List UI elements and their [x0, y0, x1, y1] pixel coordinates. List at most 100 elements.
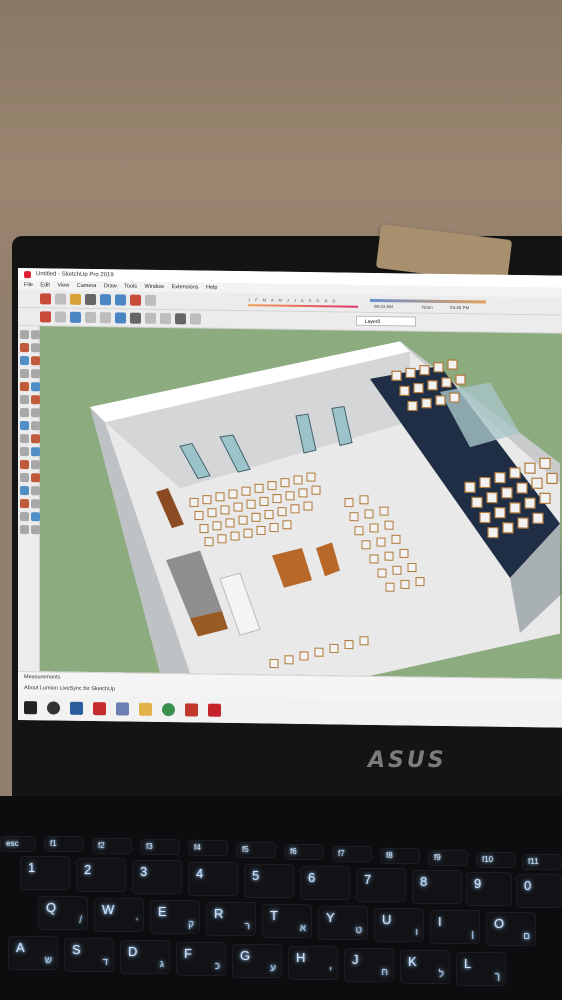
- pie-icon[interactable]: [31, 395, 40, 405]
- key-t[interactable]: Tא: [262, 904, 312, 938]
- search-icon[interactable]: [47, 701, 60, 715]
- key-a[interactable]: Aש: [8, 936, 58, 970]
- key-f[interactable]: Fכ: [176, 942, 226, 976]
- offset-icon[interactable]: [31, 434, 40, 444]
- menu-extensions[interactable]: Extensions: [172, 284, 199, 290]
- menu-window[interactable]: Window: [145, 284, 165, 290]
- rectangle-icon[interactable]: [20, 369, 29, 379]
- app-icon[interactable]: [116, 702, 129, 716]
- key-j[interactable]: Jח: [344, 948, 394, 982]
- pencil-icon[interactable]: [20, 356, 29, 366]
- move-icon[interactable]: [20, 408, 29, 418]
- text-icon[interactable]: [31, 447, 40, 457]
- key-g[interactable]: Gע: [232, 944, 282, 978]
- polygon-icon[interactable]: [31, 382, 40, 392]
- key-y[interactable]: Yט: [318, 906, 368, 940]
- key-s[interactable]: Sד: [64, 938, 114, 972]
- section-plane-icon[interactable]: [40, 311, 51, 323]
- key-f5[interactable]: f5: [236, 842, 276, 858]
- key-f6[interactable]: f6: [284, 844, 324, 860]
- autocad-icon[interactable]: [93, 702, 106, 716]
- redo-icon[interactable]: [115, 294, 126, 306]
- key-4[interactable]: 4: [188, 862, 238, 896]
- protractor-icon[interactable]: [20, 460, 29, 470]
- key-2[interactable]: 2: [76, 858, 126, 892]
- paint-bucket-icon[interactable]: [70, 293, 81, 305]
- key-f10[interactable]: f10: [476, 852, 516, 868]
- circle-icon[interactable]: [20, 382, 29, 392]
- rotate-icon[interactable]: [20, 421, 29, 431]
- layer-dropdown[interactable]: Layer0: [356, 315, 416, 327]
- select-tool-icon[interactable]: [40, 293, 51, 305]
- key-7[interactable]: 7: [356, 868, 406, 902]
- key-i[interactable]: Iן: [430, 910, 480, 944]
- xray-icon[interactable]: [115, 312, 126, 324]
- arc-icon[interactable]: [20, 395, 29, 405]
- shadow-date-slider[interactable]: [248, 304, 358, 308]
- key-q[interactable]: Q /: [38, 896, 88, 930]
- key-f1[interactable]: f1: [44, 836, 84, 852]
- right-view-icon[interactable]: [100, 312, 111, 324]
- rotated-rect-icon[interactable]: [31, 369, 40, 379]
- key-3[interactable]: 3: [132, 860, 182, 894]
- zoom-extents-icon[interactable]: [31, 499, 40, 509]
- tape-measure-icon[interactable]: [20, 447, 29, 457]
- line-tool-icon[interactable]: [85, 293, 96, 306]
- undo-icon[interactable]: [100, 294, 111, 306]
- key-8[interactable]: 8: [412, 870, 462, 904]
- model-viewport[interactable]: [40, 326, 562, 679]
- menu-draw[interactable]: Draw: [104, 283, 117, 289]
- pan-icon[interactable]: [31, 486, 40, 496]
- make-component-icon[interactable]: [31, 330, 40, 340]
- push-pull-icon[interactable]: [31, 408, 40, 418]
- key-r[interactable]: Rר: [206, 902, 256, 936]
- extension-icon[interactable]: [145, 294, 156, 306]
- house-outline-icon[interactable]: [190, 313, 201, 325]
- freehand-icon[interactable]: [31, 356, 40, 366]
- menu-help[interactable]: Help: [206, 285, 217, 291]
- key-f11[interactable]: f11: [522, 854, 562, 870]
- scale-icon[interactable]: [20, 434, 29, 444]
- key-f3[interactable]: f3: [140, 839, 180, 855]
- look-around-icon[interactable]: [31, 512, 40, 522]
- key-1[interactable]: 1: [20, 856, 70, 890]
- key-w[interactable]: W ': [94, 898, 144, 932]
- position-camera-icon[interactable]: [20, 525, 29, 535]
- key-f4[interactable]: f4: [188, 840, 228, 856]
- key-h[interactable]: Hי: [288, 946, 338, 980]
- menu-file[interactable]: File: [24, 282, 33, 288]
- key-k[interactable]: Kל: [400, 950, 450, 984]
- acrobat-icon[interactable]: [208, 703, 221, 717]
- front-view-icon[interactable]: [85, 311, 96, 324]
- key-0[interactable]: 0: [516, 874, 562, 908]
- folder-icon[interactable]: [139, 702, 152, 716]
- eraser-icon[interactable]: [55, 293, 66, 305]
- dimension-icon[interactable]: [20, 473, 29, 483]
- menu-camera[interactable]: Camera: [77, 283, 97, 289]
- menu-edit[interactable]: Edit: [40, 282, 49, 288]
- key-o[interactable]: Oם: [486, 912, 536, 946]
- key-e[interactable]: Eק: [150, 900, 200, 934]
- orbit-icon[interactable]: [20, 486, 29, 496]
- key-esc[interactable]: esc: [0, 836, 36, 852]
- key-5[interactable]: 5: [244, 864, 294, 898]
- key-u[interactable]: Uו: [374, 908, 424, 942]
- home-icon[interactable]: [175, 313, 186, 325]
- key-f9[interactable]: f9: [428, 850, 468, 866]
- warehouse-icon[interactable]: [130, 294, 141, 306]
- zoom-icon[interactable]: [20, 499, 29, 509]
- menu-tools[interactable]: Tools: [124, 283, 137, 289]
- key-f2[interactable]: f2: [92, 838, 132, 854]
- walk-icon[interactable]: [20, 512, 29, 522]
- top-view-icon[interactable]: [70, 311, 81, 323]
- shadow-time-slider[interactable]: 06:43 AM Noon 04:45 PM: [370, 297, 490, 313]
- eraser-tool-icon[interactable]: [31, 343, 40, 353]
- menu-view[interactable]: View: [57, 283, 69, 289]
- sketchup-taskbar-icon[interactable]: [185, 703, 198, 717]
- iso-view-icon[interactable]: [55, 311, 66, 323]
- axes-icon[interactable]: [31, 460, 40, 470]
- key-f7[interactable]: f7: [332, 846, 372, 862]
- follow-me-icon[interactable]: [31, 421, 40, 431]
- key-6[interactable]: 6: [300, 866, 350, 900]
- key-d[interactable]: Dג: [120, 940, 170, 974]
